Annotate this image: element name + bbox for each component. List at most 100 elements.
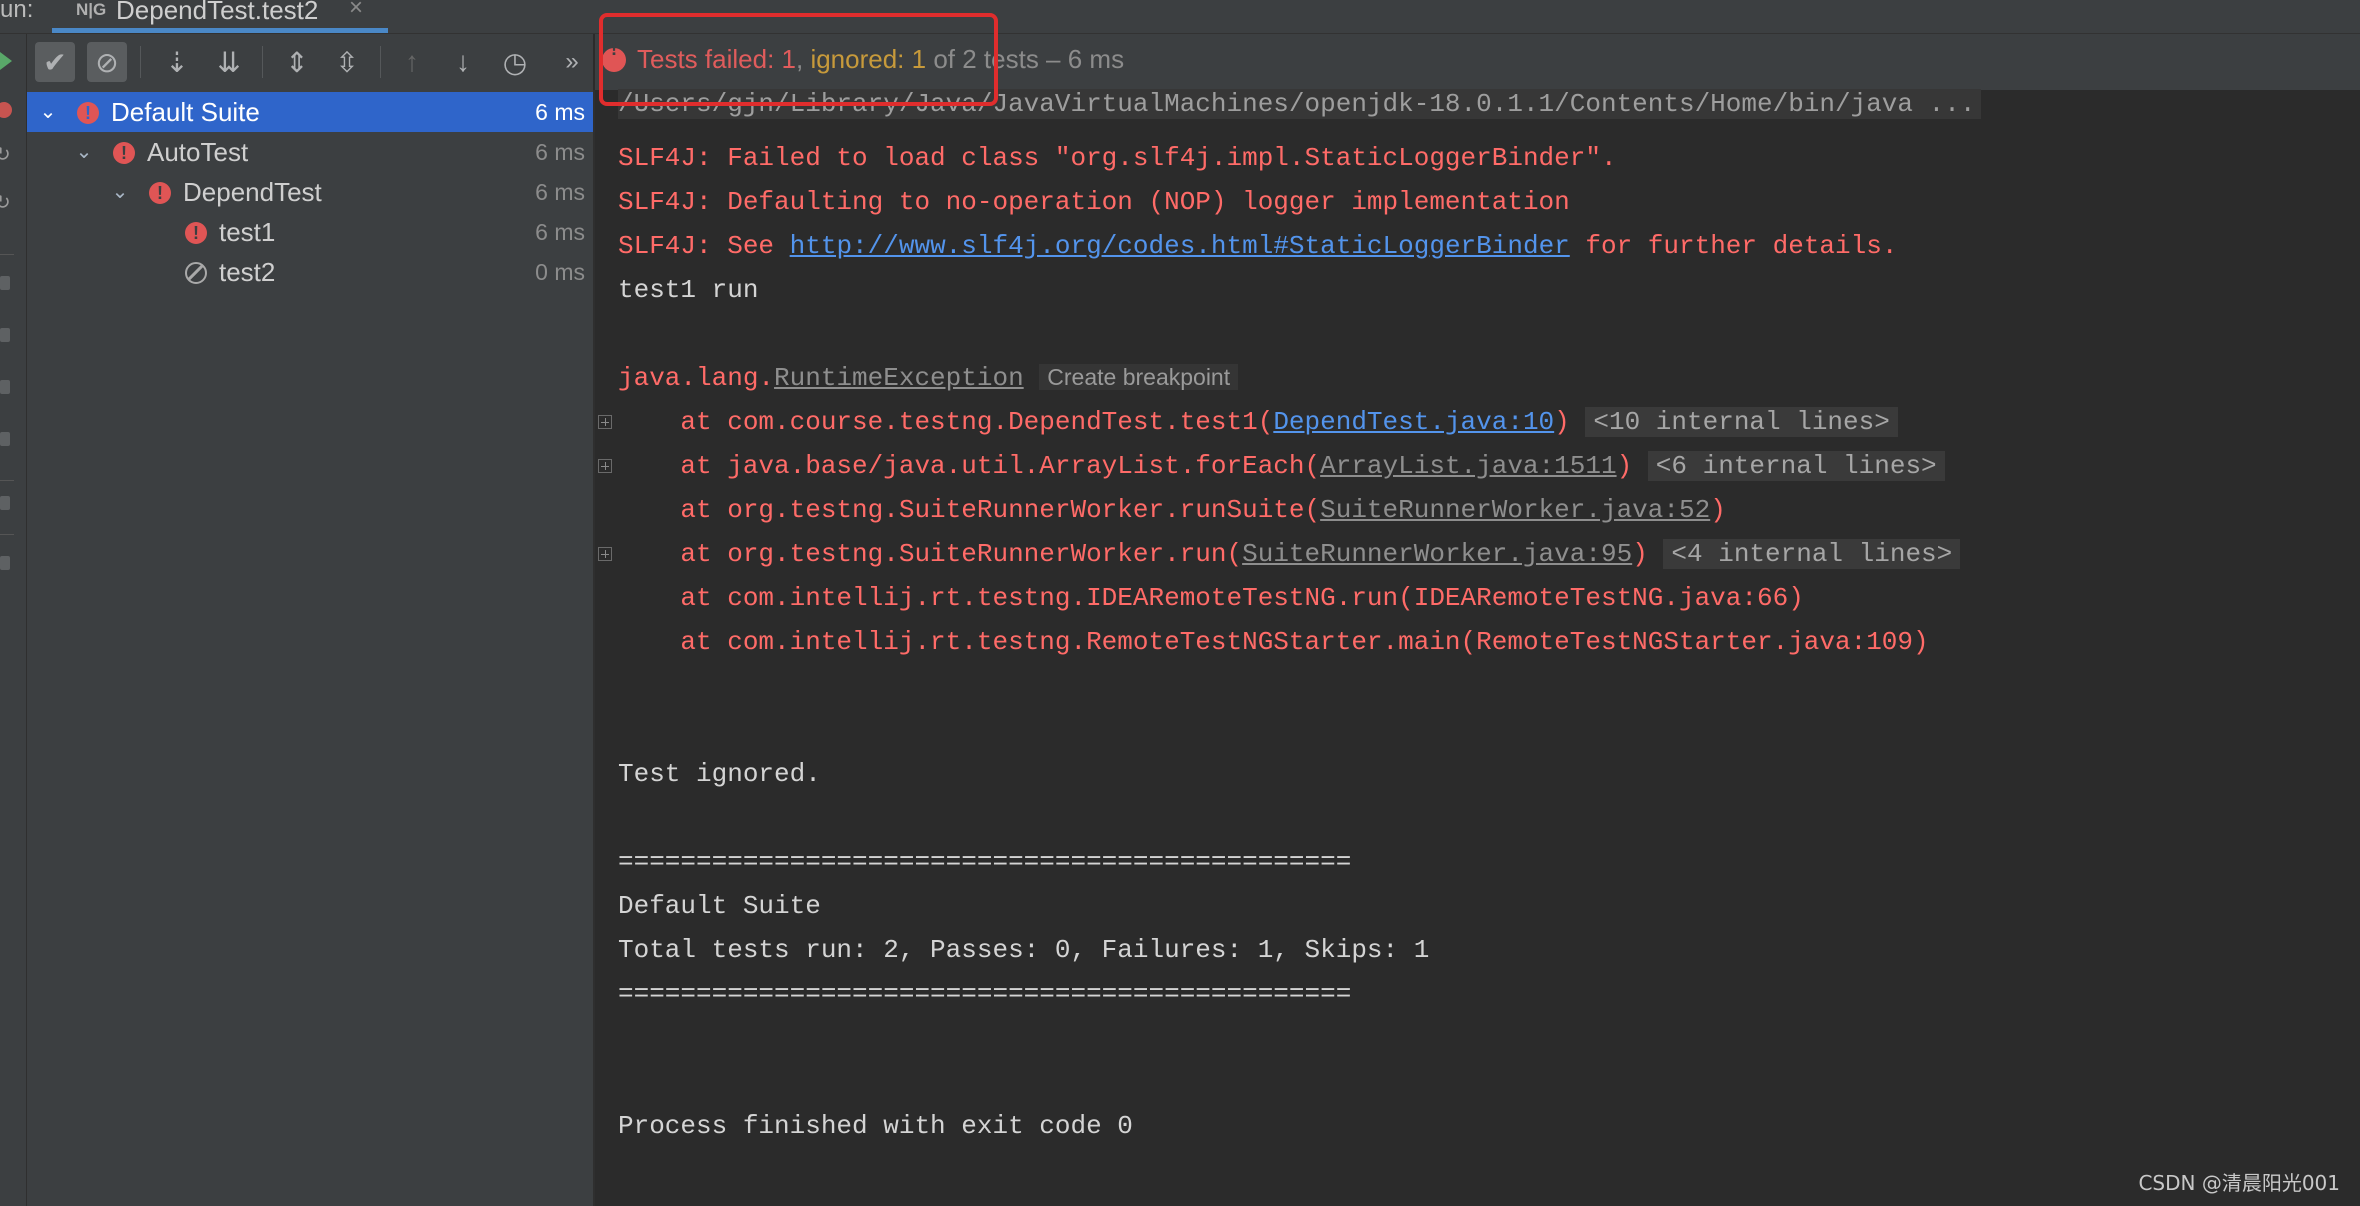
pin-icon[interactable] [0, 556, 10, 570]
ignored-count: ignored: 1 [810, 44, 927, 74]
internal-lines-fold[interactable]: <10 internal lines> [1585, 407, 1898, 437]
divider [140, 46, 141, 78]
test-status-bar: Tests failed: 1, ignored: 1 of 2 tests –… [595, 34, 2360, 90]
test-summary: Tests failed: 1, ignored: 1 of 2 tests –… [637, 44, 1124, 75]
active-tab-indicator [52, 28, 388, 33]
console-line: /Users/gjn/Library/Java/JavaVirtualMachi… [618, 84, 1982, 124]
console-line: test1 run [618, 275, 759, 305]
export-icon[interactable] [0, 380, 10, 394]
close-icon[interactable]: × [349, 0, 363, 22]
internal-lines-fold[interactable]: <4 internal lines> [1663, 539, 1961, 569]
stack-frame: at com.intellij.rt.testng.RemoteTestNGSt… [618, 627, 1929, 657]
line-text: at org.testng.SuiteRunnerWorker.run( [618, 539, 1243, 569]
exception-link[interactable]: RuntimeException [774, 363, 1024, 393]
history-icon[interactable]: ◷ [495, 42, 535, 82]
line-text: for further details. [1569, 231, 1898, 261]
line-text: at org.testng.SuiteRunnerWorker.runSuite… [618, 495, 1321, 525]
console-output[interactable]: /Users/gjn/Library/Java/JavaVirtualMachi… [595, 89, 2360, 1206]
chevron-down-icon[interactable]: ⌄ [73, 132, 95, 172]
import-icon[interactable] [0, 432, 10, 446]
line-text: ) [1632, 539, 1648, 569]
source-link[interactable]: ArrayList.java:1511 [1320, 451, 1616, 481]
chevron-down-icon[interactable]: ⌄ [109, 172, 131, 212]
line-text: ) [1710, 495, 1726, 525]
expand-fold-icon[interactable] [598, 459, 612, 473]
run-tab-title: DependTest.test2 [116, 0, 319, 25]
show-passed-icon[interactable]: ✔ [35, 42, 75, 82]
failed-count: Tests failed: 1 [637, 44, 796, 74]
watermark: CSDN @清晨阳光001 [2138, 1171, 2340, 1195]
camera-icon[interactable] [0, 328, 10, 342]
tree-row-label: Default Suite [111, 97, 260, 127]
expand-fold-icon[interactable] [598, 415, 612, 429]
test-tree: ⌄ Default Suite 6 ms ⌄ AutoTest 6 ms ⌄ D… [27, 90, 595, 1206]
run-label: un: [0, 0, 34, 23]
console-line: Default Suite [618, 891, 821, 921]
console-line: Total tests run: 2, Passes: 0, Failures:… [618, 935, 1430, 965]
expand-fold-icon[interactable] [598, 547, 612, 561]
tree-row-label: test2 [219, 257, 276, 287]
tree-row-dependtest[interactable]: ⌄ DependTest 6 ms [27, 172, 593, 213]
divider [0, 254, 14, 255]
run-tab-bar: un: N|G DependTest.test2 × [0, 0, 2360, 34]
console-line: Test ignored. [618, 759, 821, 789]
prev-failed-icon[interactable]: ↑ [392, 42, 432, 82]
tree-row-label: test1 [219, 217, 276, 247]
tree-row-label: DependTest [183, 177, 322, 207]
source-link[interactable]: SuiteRunnerWorker.java:95 [1242, 539, 1632, 569]
next-failed-icon[interactable]: ↓ [443, 42, 483, 82]
line-text: java.lang. [618, 363, 775, 393]
tree-row-test2[interactable]: test2 0 ms [27, 252, 593, 292]
tree-row-duration: 6 ms [535, 139, 585, 165]
divider [0, 534, 14, 535]
console-line: ========================================… [618, 847, 1352, 877]
sort-alpha-icon[interactable]: ⇣ [157, 42, 197, 82]
stack-frame: at org.testng.SuiteRunnerWorker.run(Suit… [618, 534, 1961, 574]
collapse-all-icon[interactable]: ⇳ [327, 42, 367, 82]
internal-lines-fold[interactable]: <6 internal lines> [1647, 451, 1945, 481]
stack-frame: at org.testng.SuiteRunnerWorker.runSuite… [618, 490, 1726, 530]
ignored-icon [185, 262, 207, 284]
failed-icon [77, 93, 99, 133]
stop-icon[interactable] [0, 276, 10, 290]
tree-row-test1[interactable]: test1 6 ms [27, 212, 593, 253]
failed-icon [185, 213, 207, 253]
divider [262, 46, 263, 78]
rerun-failed-icon[interactable] [0, 102, 12, 118]
tree-row-default-suite[interactable]: ⌄ Default Suite 6 ms [27, 92, 593, 133]
expand-all-icon[interactable]: ⇕ [277, 42, 317, 82]
tree-row-duration: 6 ms [535, 99, 585, 125]
slf4j-link[interactable]: http://www.slf4j.org/codes.html#StaticLo… [790, 231, 1570, 261]
rerun-icon[interactable] [0, 52, 12, 70]
layout-icon[interactable] [0, 496, 10, 510]
tree-row-autotest[interactable]: ⌄ AutoTest 6 ms [27, 132, 593, 173]
stack-frame: at com.intellij.rt.testng.IDEARemoteTest… [618, 583, 1804, 613]
command-line[interactable]: /Users/gjn/Library/Java/JavaVirtualMachi… [618, 89, 1982, 119]
tree-row-duration: 0 ms [535, 259, 585, 285]
stack-frame: at com.course.testng.DependTest.test1(De… [618, 402, 1898, 442]
console-line: java.lang.RuntimeException Create breakp… [618, 357, 1239, 397]
create-breakpoint-hint[interactable]: Create breakpoint [1039, 364, 1239, 390]
more-icon[interactable]: » [552, 42, 592, 82]
failed-icon [602, 39, 626, 72]
tree-row-duration: 6 ms [535, 219, 585, 245]
source-link[interactable]: SuiteRunnerWorker.java:52 [1320, 495, 1710, 525]
line-text: at java.base/java.util.ArrayList.forEach… [618, 451, 1321, 481]
refresh-icon[interactable]: ↻ [0, 193, 11, 213]
run-tool-strip: ↻ ↻ [0, 34, 27, 1206]
console-line: SLF4J: Failed to load class "org.slf4j.i… [618, 143, 1617, 173]
testng-icon: N|G [76, 0, 107, 19]
toggle-auto-test-icon[interactable]: ↻ [0, 145, 11, 165]
divider [380, 46, 381, 78]
failed-icon [113, 133, 135, 173]
show-ignored-icon[interactable]: ⊘ [87, 42, 127, 82]
chevron-down-icon[interactable]: ⌄ [37, 92, 59, 132]
line-text: SLF4J: See [618, 231, 790, 261]
source-link[interactable]: DependTest.java:10 [1273, 407, 1554, 437]
summary-total: of 2 tests – 6 ms [926, 44, 1125, 74]
sort-duration-icon[interactable]: ⇊ [209, 42, 249, 82]
console-line: SLF4J: See http://www.slf4j.org/codes.ht… [618, 226, 1897, 266]
stack-frame: at java.base/java.util.ArrayList.forEach… [618, 446, 1945, 486]
summary-separator: , [795, 44, 811, 74]
run-tab[interactable]: N|G DependTest.test2 × [52, 0, 388, 33]
